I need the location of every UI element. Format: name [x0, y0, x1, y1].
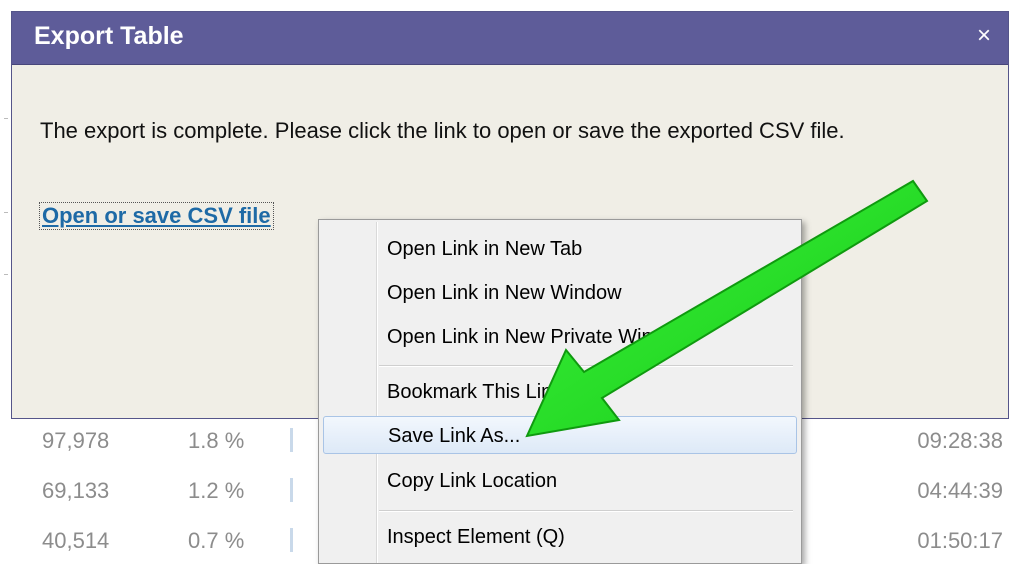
table-cell-percent: 1.8 %: [188, 428, 245, 453]
menu-item-open-new-tab[interactable]: Open Link in New Tab: [323, 230, 797, 268]
dialog-title: Export Table: [34, 22, 184, 50]
table-tick: [4, 212, 8, 213]
close-icon[interactable]: ×: [970, 22, 998, 50]
menu-item-label: Save Link As...: [388, 425, 521, 447]
menu-item-inspect-element[interactable]: Inspect Element (Q): [323, 518, 797, 556]
menu-item-bookmark-link[interactable]: Bookmark This Link: [323, 373, 797, 411]
menu-separator: [379, 510, 793, 512]
table-cell-bar: [290, 528, 293, 552]
menu-item-label: Open Link in New Private Window: [387, 326, 690, 348]
table-cell-value: 97,978: [42, 428, 110, 453]
menu-item-label: Open Link in New Tab: [387, 238, 583, 260]
table-cell-bar: [290, 478, 293, 502]
menu-item-label: Open Link in New Window: [387, 282, 622, 304]
table-cell-percent: 1.2 %: [188, 478, 245, 503]
dialog-titlebar[interactable]: Export Table ×: [12, 12, 1008, 65]
table-cell-value: 69,133: [42, 478, 110, 503]
menu-item-open-new-window[interactable]: Open Link in New Window: [323, 274, 797, 312]
menu-item-copy-link-location[interactable]: Copy Link Location: [323, 462, 797, 500]
table-cell-value: 40,514: [42, 528, 110, 553]
table-cell-percent: 0.7 %: [188, 528, 245, 553]
open-csv-link[interactable]: Open or save CSV file: [39, 202, 274, 230]
table-tick: [4, 274, 8, 275]
menu-item-label: Bookmark This Link: [387, 381, 563, 403]
dialog-message: The export is complete. Please click the…: [40, 118, 845, 143]
table-cell-time: 09:28:38: [917, 428, 1003, 453]
menu-item-label: Copy Link Location: [387, 470, 558, 492]
menu-separator: [379, 365, 793, 367]
table-cell-time: 04:44:39: [917, 478, 1003, 503]
menu-item-label: Inspect Element (Q): [387, 526, 565, 548]
menu-item-open-private-window[interactable]: Open Link in New Private Window: [323, 318, 797, 356]
table-tick: [4, 118, 8, 119]
context-menu: Open Link in New Tab Open Link in New Wi…: [318, 219, 802, 564]
table-cell-bar: [290, 428, 293, 452]
menu-item-save-link-as[interactable]: Save Link As...: [323, 416, 797, 454]
table-cell-time: 01:50:17: [917, 528, 1003, 553]
